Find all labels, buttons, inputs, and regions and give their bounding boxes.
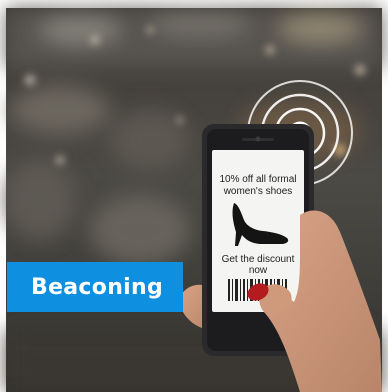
beaconing-card: 10% off all formal women's shoes Get the… (0, 0, 388, 392)
ad-cta-line2: now (249, 265, 268, 276)
ad-headline-line2: women's shoes (223, 186, 293, 197)
beaconing-title: Beaconing (31, 274, 164, 300)
ad-cta-line1: Get the discount (222, 254, 295, 265)
beaconing-label-banner: Beaconing (7, 262, 183, 312)
beaconing-illustration: 10% off all formal women's shoes Get the… (0, 0, 388, 392)
ad-headline-line1: 10% off all formal (219, 174, 296, 185)
